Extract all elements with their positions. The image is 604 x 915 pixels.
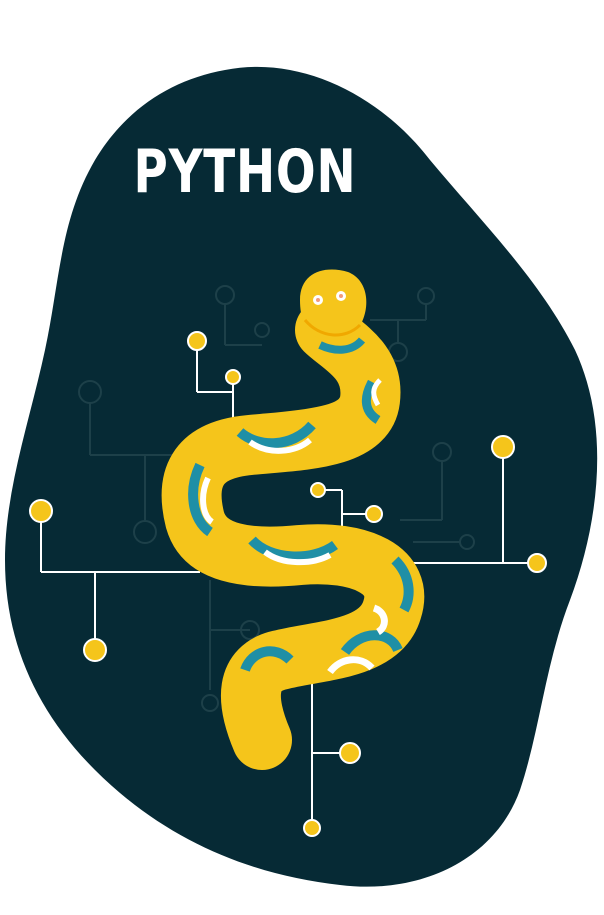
- node: [365, 505, 383, 523]
- node: [310, 482, 326, 498]
- node: [83, 638, 107, 662]
- page-title: PYTHON: [133, 137, 357, 207]
- node: [29, 499, 53, 523]
- node: [225, 369, 241, 385]
- node: [187, 331, 207, 351]
- node: [303, 819, 321, 837]
- node: [527, 553, 547, 573]
- node: [339, 742, 361, 764]
- node: [491, 435, 515, 459]
